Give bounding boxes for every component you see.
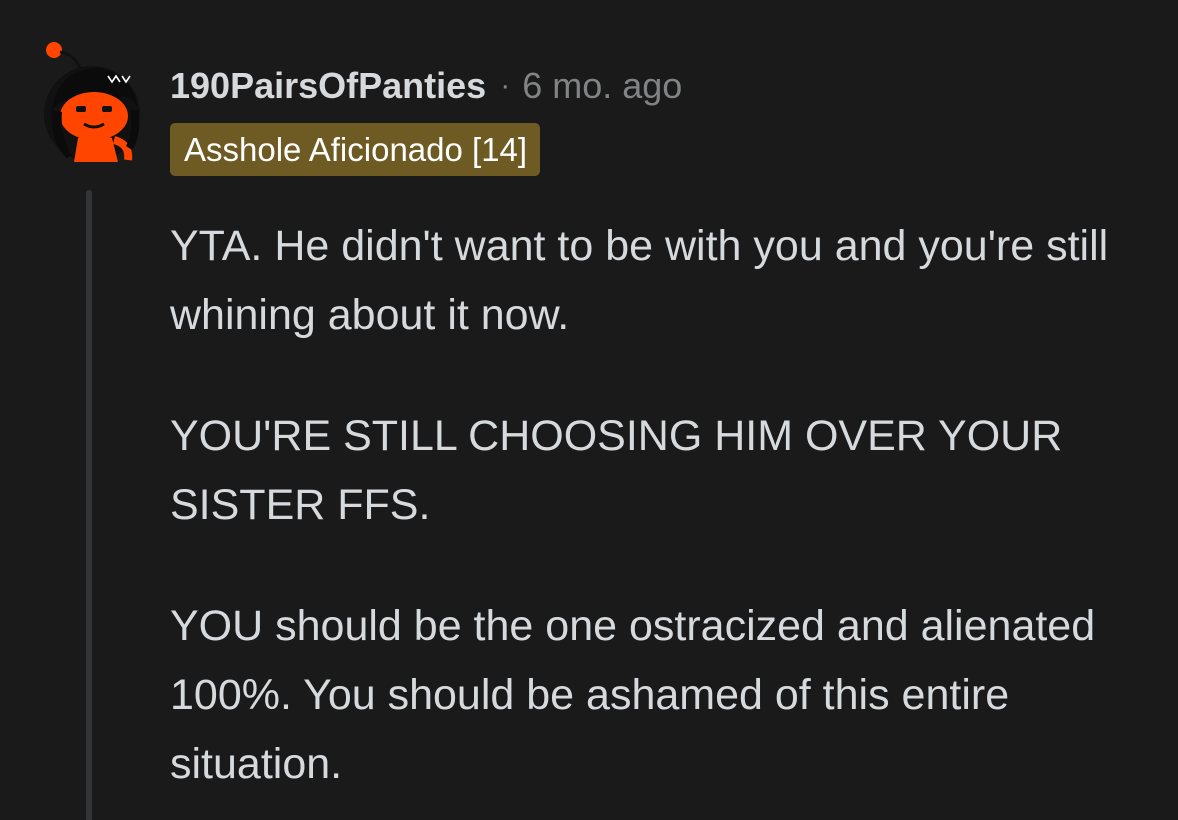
timestamp-link[interactable]: 6 mo. ago [522,65,682,107]
comment-header: 190PairsOfPanties · 6 mo. ago [170,62,682,110]
snoo-avatar-icon[interactable] [38,40,146,164]
comment-body: YTA. He didn't want to be with you and y… [170,212,1160,820]
username-link[interactable]: 190PairsOfPanties [170,65,486,107]
comment-paragraph: YOU should be the one ostracized and ali… [170,602,1096,788]
thread-collapse-line[interactable] [86,190,92,820]
comment: 190PairsOfPanties · 6 mo. ago Asshole Af… [0,0,1178,820]
comment-paragraph: YTA. He didn't want to be with you and y… [170,222,1109,339]
separator-dot: · [500,69,511,102]
user-flair-badge: Asshole Aficionado [14] [170,123,541,176]
comment-paragraph: YOU'RE STILL CHOOSING HIM OVER YOUR SIST… [170,412,1063,529]
